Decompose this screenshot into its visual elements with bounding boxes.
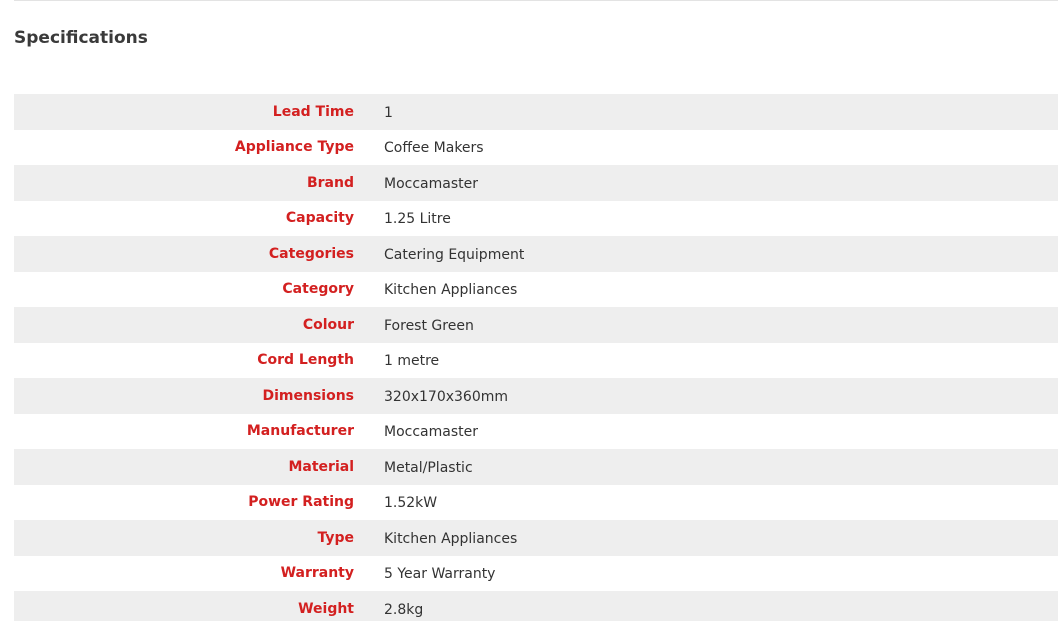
spec-value: 2.8kg bbox=[384, 601, 424, 618]
spec-row-capacity: Capacity 1.25 Litre bbox=[14, 201, 1058, 237]
spec-row-colour: Colour Forest Green bbox=[14, 307, 1058, 343]
spec-row-power-rating: Power Rating 1.52kW bbox=[14, 485, 1058, 521]
section-title: Specifications bbox=[14, 28, 148, 48]
spec-row-weight: Weight 2.8kg bbox=[14, 591, 1058, 621]
spec-value: 1.52kW bbox=[384, 495, 438, 512]
spec-label: Type bbox=[317, 529, 354, 546]
spec-value: Forest Green bbox=[384, 317, 474, 334]
spec-row-cord-length: Cord Length 1 metre bbox=[14, 343, 1058, 379]
spec-value: 1 bbox=[384, 104, 393, 121]
spec-row-lead-time: Lead Time 1 bbox=[14, 94, 1058, 130]
spec-row-category: Category Kitchen Appliances bbox=[14, 272, 1058, 308]
spec-row-material: Material Metal/Plastic bbox=[14, 449, 1058, 485]
spec-label: Power Rating bbox=[248, 494, 354, 511]
spec-label: Brand bbox=[306, 174, 354, 191]
spec-value: Kitchen Appliances bbox=[384, 282, 518, 299]
spec-value: 1.25 Litre bbox=[384, 211, 451, 228]
spec-value: Kitchen Appliances bbox=[384, 530, 518, 547]
spec-row-manufacturer: Manufacturer Moccamaster bbox=[14, 414, 1058, 450]
spec-label: Warranty bbox=[280, 565, 354, 582]
spec-value: Coffee Makers bbox=[384, 140, 484, 157]
spec-label: Appliance Type bbox=[234, 139, 354, 156]
spec-value: Moccamaster bbox=[384, 424, 478, 441]
spec-label: Capacity bbox=[285, 210, 354, 227]
spec-label: Colour bbox=[302, 316, 354, 333]
spec-label: Material bbox=[288, 458, 354, 475]
spec-value: 320x170x360mm bbox=[384, 388, 509, 405]
spec-value: 5 Year Warranty bbox=[384, 566, 496, 583]
spec-row-brand: Brand Moccamaster bbox=[14, 165, 1058, 201]
spec-label: Lead Time bbox=[272, 103, 354, 120]
spec-label: Dimensions bbox=[262, 387, 354, 404]
spec-label: Manufacturer bbox=[246, 423, 354, 440]
spec-value: 1 metre bbox=[384, 353, 440, 370]
spec-row-categories: Categories Catering Equipment bbox=[14, 236, 1058, 272]
spec-row-type: Type Kitchen Appliances bbox=[14, 520, 1058, 556]
specifications-panel: Specifications Lead Time 1 Appliance Typ… bbox=[0, 0, 1058, 621]
spec-row-dimensions: Dimensions 320x170x360mm bbox=[14, 378, 1058, 414]
spec-label: Weight bbox=[298, 600, 354, 617]
spec-value: Metal/Plastic bbox=[384, 459, 473, 476]
top-divider bbox=[14, 0, 1058, 1]
spec-row-appliance-type: Appliance Type Coffee Makers bbox=[14, 130, 1058, 166]
spec-label: Categories bbox=[268, 245, 354, 262]
spec-table: Lead Time 1 Appliance Type Coffee Makers… bbox=[14, 94, 1058, 621]
spec-label: Category bbox=[282, 281, 354, 298]
spec-label: Cord Length bbox=[257, 352, 354, 369]
spec-value: Moccamaster bbox=[384, 175, 478, 192]
spec-value: Catering Equipment bbox=[384, 246, 525, 263]
spec-row-warranty: Warranty 5 Year Warranty bbox=[14, 556, 1058, 592]
